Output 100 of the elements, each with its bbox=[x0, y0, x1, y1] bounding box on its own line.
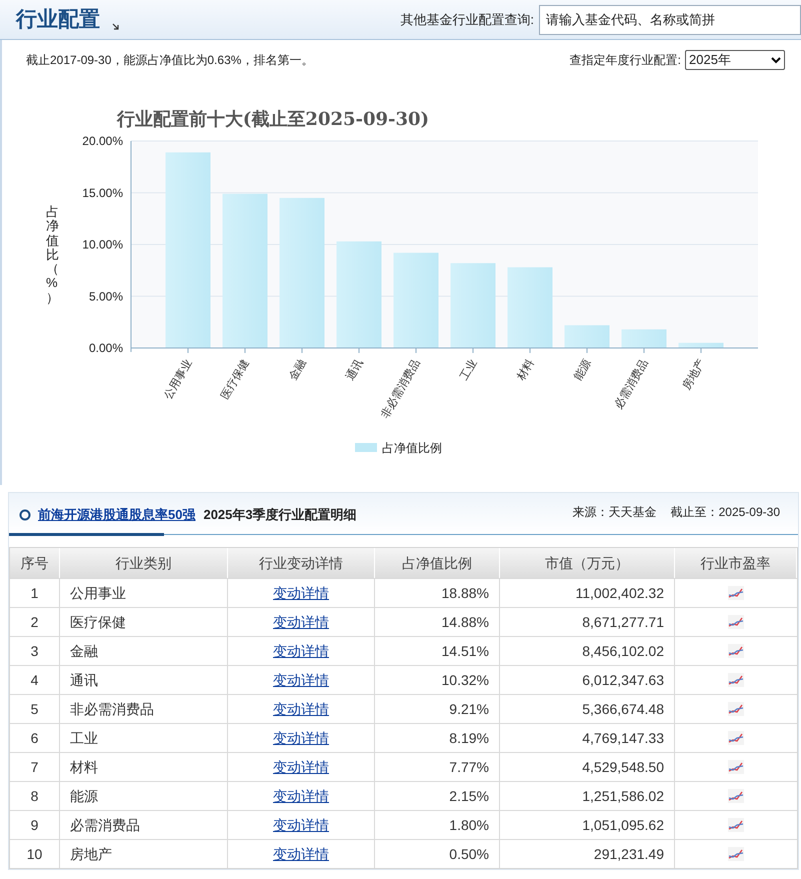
detail-link[interactable]: 变动详情 bbox=[273, 786, 329, 806]
column-header: 行业变动详情 bbox=[228, 548, 375, 578]
y-tick-label: 5.00% bbox=[88, 289, 123, 304]
industry-cell: 金融 bbox=[60, 637, 228, 665]
industry-cell: 非必需消费品 bbox=[60, 695, 228, 723]
line-chart-icon[interactable] bbox=[728, 586, 744, 600]
circle-icon bbox=[19, 508, 31, 521]
x-tick-label: 医疗保健 bbox=[219, 358, 252, 402]
value-cell: 291,231.49 bbox=[500, 840, 675, 868]
value-cell: 6,012,347.63 bbox=[500, 666, 675, 694]
line-chart-icon[interactable] bbox=[728, 702, 744, 716]
x-tick-label: 能源 bbox=[572, 358, 594, 383]
page-title: 行业配置 bbox=[16, 6, 100, 33]
industry-cell: 房地产 bbox=[60, 840, 228, 868]
row-number: 7 bbox=[10, 753, 60, 781]
legend-swatch bbox=[355, 443, 377, 452]
bar bbox=[564, 325, 610, 348]
ratio-cell: 9.21% bbox=[375, 695, 500, 723]
line-chart-icon[interactable] bbox=[728, 818, 744, 832]
value-cell: 11,002,402.32 bbox=[500, 579, 675, 607]
industry-cell: 公用事业 bbox=[60, 579, 228, 607]
bar bbox=[622, 329, 666, 348]
line-chart-icon[interactable] bbox=[728, 731, 744, 745]
ratio-cell: 0.50% bbox=[375, 840, 500, 868]
value-cell: 8,456,102.02 bbox=[500, 637, 675, 665]
industry-cell: 材料 bbox=[60, 753, 228, 781]
value-cell: 4,529,548.50 bbox=[500, 753, 675, 781]
industry-cell: 必需消费品 bbox=[60, 811, 228, 839]
industry-cell: 医疗保健 bbox=[60, 608, 228, 636]
ratio-cell: 14.51% bbox=[375, 637, 500, 665]
row-number: 6 bbox=[10, 724, 60, 752]
row-number: 1 bbox=[10, 579, 60, 607]
column-header: 序号 bbox=[10, 548, 60, 578]
y-axis-label: 占净值比（%） bbox=[46, 204, 59, 306]
line-chart-icon[interactable] bbox=[728, 760, 744, 774]
x-tick-label: 必需消费品 bbox=[612, 358, 651, 412]
chart-title: 行业配置前十大(截止至2025-09-30) bbox=[116, 109, 430, 130]
search-label: 其他基金行业配置查询: bbox=[400, 10, 534, 29]
detail-link[interactable]: 变动详情 bbox=[273, 698, 329, 720]
y-tick-label: 15.00% bbox=[82, 186, 123, 200]
line-chart-icon[interactable] bbox=[728, 789, 744, 803]
column-header: 行业市盈率 bbox=[675, 548, 797, 578]
x-tick-label: 通讯 bbox=[344, 358, 366, 383]
row-number: 3 bbox=[10, 637, 60, 665]
ratio-cell: 14.88% bbox=[375, 608, 500, 636]
detail-link[interactable]: 变动详情 bbox=[273, 844, 329, 864]
detail-link[interactable]: 变动详情 bbox=[273, 670, 329, 690]
as-of-date: 截止至：2025-09-30 bbox=[670, 504, 780, 521]
line-chart-icon[interactable] bbox=[728, 644, 744, 658]
line-chart-icon[interactable] bbox=[728, 615, 744, 629]
year-label: 查指定年度行业配置: bbox=[570, 52, 681, 69]
column-header: 占净值比例 bbox=[375, 548, 500, 578]
source-text: 来源：天天基金 bbox=[572, 504, 657, 521]
ratio-cell: 10.32% bbox=[375, 666, 500, 694]
x-tick-label: 公用事业 bbox=[162, 358, 195, 402]
value-cell: 8,671,277.71 bbox=[500, 608, 675, 636]
value-cell: 5,366,674.48 bbox=[500, 695, 675, 723]
y-tick-label: 20.00% bbox=[82, 134, 123, 148]
column-header: 行业类别 bbox=[60, 548, 228, 578]
ratio-cell: 1.80% bbox=[375, 811, 500, 839]
industry-cell: 通讯 bbox=[60, 666, 228, 694]
y-tick-label: 10.00% bbox=[82, 238, 123, 252]
detail-link[interactable]: 变动详情 bbox=[273, 612, 329, 632]
fund-link[interactable]: 前海开源港股通股息率50强 bbox=[38, 505, 196, 524]
row-number: 10 bbox=[10, 840, 60, 868]
detail-link[interactable]: 变动详情 bbox=[273, 756, 329, 778]
value-cell: 4,769,147.33 bbox=[500, 724, 675, 752]
y-tick-label: 0.00% bbox=[88, 341, 123, 355]
x-tick-label: 房地产 bbox=[680, 358, 708, 392]
value-cell: 1,051,095.62 bbox=[500, 811, 675, 839]
corner-arrow-icon[interactable] bbox=[112, 23, 120, 32]
row-number: 8 bbox=[10, 782, 60, 810]
legend-label: 占净值比例 bbox=[382, 441, 442, 455]
detail-link[interactable]: 变动详情 bbox=[273, 728, 329, 748]
row-number: 2 bbox=[10, 608, 60, 636]
x-tick-label: 金融 bbox=[287, 358, 309, 383]
ratio-cell: 8.19% bbox=[375, 724, 500, 752]
row-number: 5 bbox=[10, 695, 60, 723]
section-title: 2025年3季度行业配置明细 bbox=[203, 506, 357, 524]
detail-link[interactable]: 变动详情 bbox=[273, 814, 329, 836]
x-tick-label: 工业 bbox=[458, 358, 480, 383]
industry-cell: 工业 bbox=[60, 724, 228, 752]
ratio-cell: 7.77% bbox=[375, 753, 500, 781]
dropdown-caret-icon bbox=[771, 56, 781, 64]
detail-link[interactable]: 变动详情 bbox=[273, 640, 329, 662]
ratio-cell: 18.88% bbox=[375, 579, 500, 607]
value-cell: 1,251,586.02 bbox=[500, 782, 675, 810]
search-field[interactable]: 请输入基金代码、名称或简拼 bbox=[539, 4, 801, 34]
year-select[interactable]: 2025年 bbox=[685, 50, 785, 70]
ratio-cell: 2.15% bbox=[375, 782, 500, 810]
row-number: 9 bbox=[10, 811, 60, 839]
info-text: 截止2017-09-30，能源占净值比为0.63%，排名第一。 bbox=[26, 52, 314, 69]
column-header: 市值（万元） bbox=[500, 548, 675, 578]
x-tick-label: 非必需消费品 bbox=[379, 358, 423, 421]
industry-cell: 能源 bbox=[60, 782, 228, 810]
detail-link[interactable]: 变动详情 bbox=[273, 582, 329, 604]
line-chart-icon[interactable] bbox=[728, 847, 744, 861]
x-tick-label: 材料 bbox=[515, 358, 537, 383]
row-number: 4 bbox=[10, 666, 60, 694]
line-chart-icon[interactable] bbox=[728, 673, 744, 687]
